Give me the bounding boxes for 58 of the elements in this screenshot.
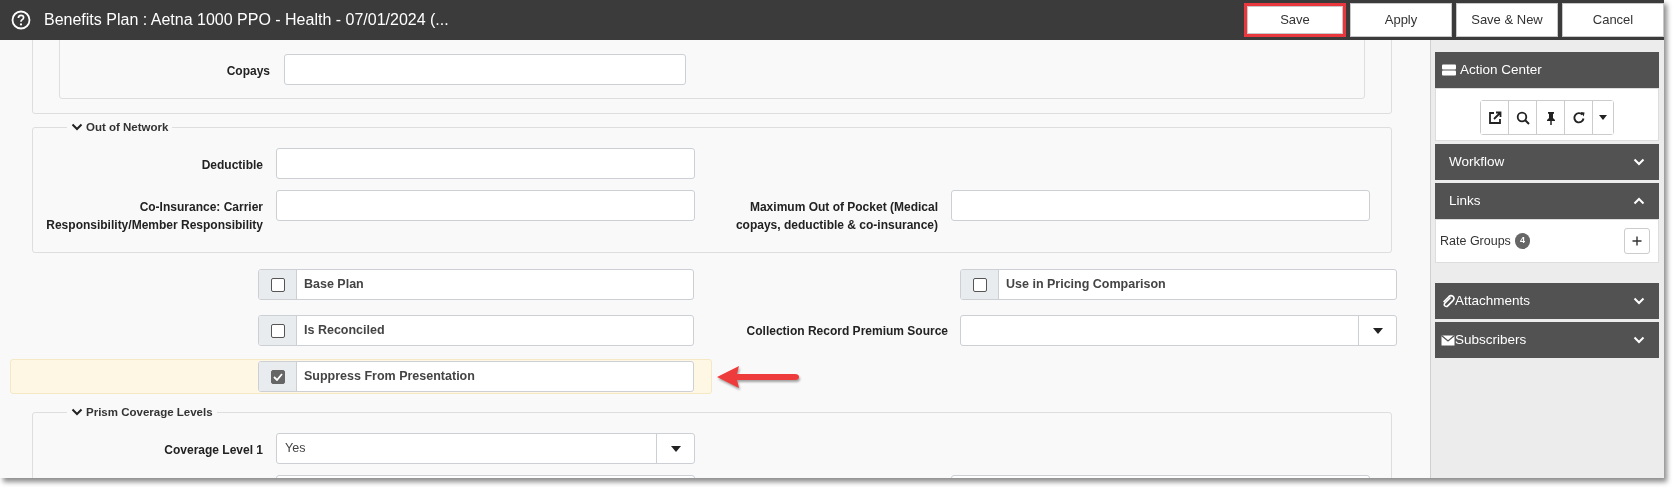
panel-header[interactable]: Links: [1435, 183, 1659, 219]
checkbox-label: Base Plan: [303, 276, 364, 294]
caret-down-icon: [670, 445, 681, 452]
field-label: Coverage Level 1: [163, 442, 263, 459]
count-badge: 4: [1514, 233, 1530, 249]
panel-title: Action Center: [1460, 60, 1542, 79]
checkbox-label: Suppress From Presentation: [303, 368, 475, 386]
check-icon: [272, 372, 283, 381]
checkbox-field[interactable]: Use in Pricing Comparison: [960, 269, 1397, 300]
panel-header[interactable]: Attachments: [1435, 283, 1659, 319]
link-item[interactable]: Rate Groups: [1440, 231, 1511, 251]
input-field[interactable]: [276, 148, 695, 179]
select-field[interactable]: [960, 315, 1397, 346]
checkbox-field[interactable]: Base Plan: [258, 269, 694, 300]
chevron-down-icon: [1633, 158, 1645, 166]
section-toggle[interactable]: Out of Network: [67, 120, 173, 134]
checkbox-field[interactable]: Suppress From Presentation: [258, 361, 694, 392]
field-label: Co-Insurance: Carrier Responsibility/Member Responsibility: [45, 199, 263, 234]
chevron-down-icon: [71, 408, 83, 416]
toolbar-button[interactable]: Save: [1244, 3, 1346, 37]
add-button[interactable]: [1624, 228, 1650, 254]
caret-down-icon: [1599, 115, 1607, 120]
input-field[interactable]: [284, 54, 686, 85]
caret-down-icon: [1372, 327, 1383, 334]
panel-header[interactable]: Subscribers: [1435, 322, 1659, 358]
plus-icon: [1632, 236, 1642, 246]
checkbox[interactable]: [270, 277, 285, 292]
checkbox-field[interactable]: Is Reconciled: [258, 315, 694, 346]
checkbox[interactable]: [972, 277, 987, 292]
checkbox-label: Use in Pricing Comparison: [1005, 276, 1166, 294]
chevron-up-icon: [1633, 197, 1645, 205]
field-label: Maximum Out of Pocket (Medical copays, deductible & co-insurance): [734, 199, 938, 234]
toolbar-button[interactable]: Apply: [1350, 3, 1452, 37]
external-link-icon: [1487, 110, 1502, 125]
panel-header[interactable]: Workflow: [1435, 144, 1659, 180]
toolbar-button[interactable]: [1481, 101, 1509, 134]
field-label: Copays: [225, 63, 270, 80]
chevron-down-icon: [1633, 336, 1645, 344]
envelope-icon: [1441, 334, 1455, 346]
field-label: Collection Record Premium Source: [745, 322, 948, 340]
refresh-icon: [1571, 110, 1586, 125]
chevron-down-icon: [1633, 297, 1645, 305]
window-title: Benefits Plan : Aetna 1000 PPO - Health - 07/01/2024 (...: [44, 10, 449, 30]
server-icon: [1441, 64, 1457, 76]
toolbar-button[interactable]: Cancel: [1562, 3, 1664, 37]
checkbox[interactable]: [270, 369, 285, 384]
paperclip-icon: [1441, 294, 1455, 308]
field-label: Deductible: [200, 157, 263, 174]
search-icon: [1515, 110, 1530, 125]
input-field[interactable]: [951, 190, 1370, 221]
checkbox-label: Is Reconciled: [303, 322, 385, 340]
checkbox[interactable]: [270, 323, 285, 338]
chevron-down-icon: [71, 123, 83, 131]
help-icon: [11, 10, 31, 30]
section-toggle[interactable]: Prism Coverage Levels: [67, 405, 217, 419]
select-field[interactable]: Yes: [276, 433, 695, 464]
input-field[interactable]: [276, 190, 695, 221]
toolbar-button[interactable]: Save & New: [1456, 3, 1558, 37]
